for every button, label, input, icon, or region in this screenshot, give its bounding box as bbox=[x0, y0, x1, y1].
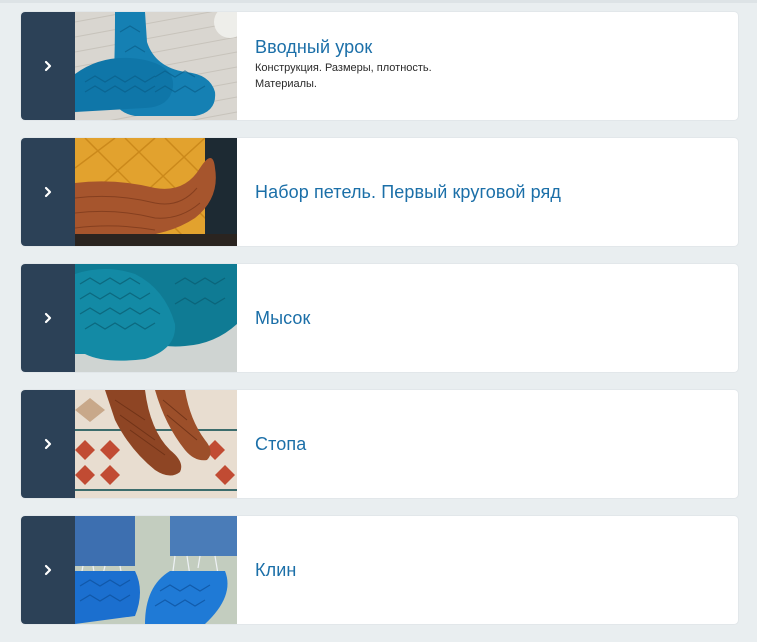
lesson-thumbnail bbox=[75, 12, 237, 120]
chevron-right-icon bbox=[44, 564, 52, 576]
lesson-item[interactable]: Мысок bbox=[21, 264, 738, 372]
expand-toggle[interactable] bbox=[21, 138, 75, 246]
expand-toggle[interactable] bbox=[21, 390, 75, 498]
chevron-right-icon bbox=[44, 186, 52, 198]
lesson-thumbnail bbox=[75, 390, 237, 498]
lesson-thumbnail bbox=[75, 516, 237, 624]
lesson-thumbnail bbox=[75, 138, 237, 246]
lesson-item[interactable]: Набор петель. Первый круговой ряд bbox=[21, 138, 738, 246]
chevron-right-icon bbox=[44, 438, 52, 450]
lesson-title[interactable]: Мысок bbox=[255, 307, 738, 329]
lesson-list: Вводный урок Конструкция. Размеры, плотн… bbox=[21, 12, 738, 642]
expand-toggle[interactable] bbox=[21, 264, 75, 372]
lesson-thumbnail bbox=[75, 264, 237, 372]
expand-toggle[interactable] bbox=[21, 516, 75, 624]
lesson-item[interactable]: Вводный урок Конструкция. Размеры, плотн… bbox=[21, 12, 738, 120]
lesson-title[interactable]: Набор петель. Первый круговой ряд bbox=[255, 181, 738, 203]
lesson-title[interactable]: Клин bbox=[255, 559, 738, 581]
lesson-title[interactable]: Вводный урок bbox=[255, 36, 738, 58]
lesson-title[interactable]: Стопа bbox=[255, 433, 738, 455]
lesson-item[interactable]: Стопа bbox=[21, 390, 738, 498]
chevron-right-icon bbox=[44, 60, 52, 72]
lesson-item[interactable]: Клин bbox=[21, 516, 738, 624]
chevron-right-icon bbox=[44, 312, 52, 324]
expand-toggle[interactable] bbox=[21, 12, 75, 120]
lesson-description: Конструкция. Размеры, плотность. Материа… bbox=[255, 62, 432, 90]
top-divider bbox=[0, 0, 757, 3]
